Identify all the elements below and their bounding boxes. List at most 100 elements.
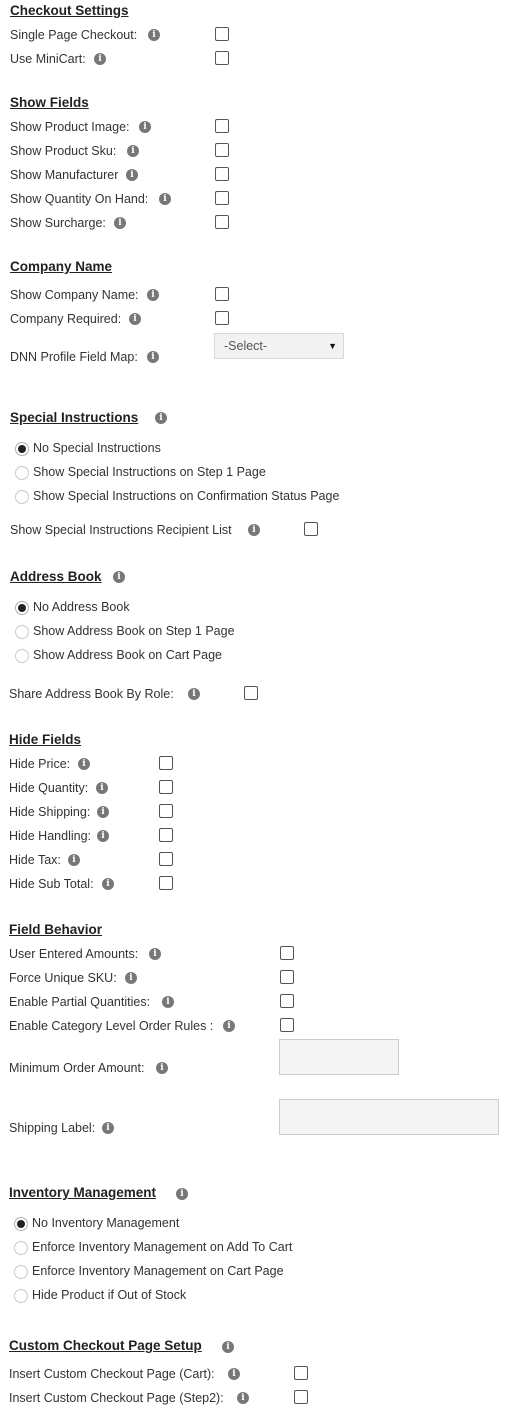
share-address-book-checkbox[interactable] (244, 686, 258, 700)
hide-shipping-checkbox[interactable] (159, 804, 173, 818)
show-fields-heading: Show Fields (10, 95, 89, 110)
info-icon[interactable]: i (129, 313, 141, 325)
custom-checkout-cart-label: Insert Custom Checkout Page (Cart): (9, 1367, 215, 1381)
radio-label: Show Address Book on Step 1 Page (33, 624, 235, 638)
info-icon[interactable]: i (162, 996, 174, 1008)
show-product-sku-label: Show Product Sku: (10, 144, 117, 158)
info-icon[interactable]: i (147, 289, 159, 301)
show-surcharge-checkbox[interactable] (215, 215, 229, 229)
info-icon[interactable]: i (149, 948, 161, 960)
special-instructions-confirmation-radio[interactable] (15, 490, 29, 504)
use-minicart-checkbox[interactable] (215, 51, 229, 65)
info-icon[interactable]: i (113, 571, 125, 583)
hide-quantity-checkbox[interactable] (159, 780, 173, 794)
info-icon[interactable]: i (97, 806, 109, 818)
partial-quantities-checkbox[interactable] (280, 994, 294, 1008)
info-icon[interactable]: i (78, 758, 90, 770)
info-icon[interactable]: i (114, 217, 126, 229)
hide-out-of-stock-radio[interactable] (14, 1289, 28, 1303)
info-icon[interactable]: i (155, 412, 167, 424)
hide-shipping-label: Hide Shipping: (9, 805, 91, 819)
select-value: -Select- (224, 339, 268, 353)
partial-quantities-label: Enable Partial Quantities: (9, 995, 151, 1009)
recipient-list-label: Show Special Instructions Recipient List (10, 523, 232, 537)
radio-label: Show Special Instructions on Confirmatio… (33, 489, 340, 503)
radio-label: Hide Product if Out of Stock (32, 1288, 187, 1302)
address-book-cart-radio[interactable] (15, 649, 29, 663)
checkout-settings-heading: Checkout Settings (10, 3, 129, 18)
hide-tax-label: Hide Tax: (9, 853, 61, 867)
info-icon[interactable]: i (139, 121, 151, 133)
address-book-step1-radio[interactable] (15, 625, 29, 639)
company-required-label: Company Required: (10, 312, 122, 326)
info-icon[interactable]: i (228, 1368, 240, 1380)
info-icon[interactable]: i (68, 854, 80, 866)
single-page-checkout-checkbox[interactable] (215, 27, 229, 41)
shipping-label-label: Shipping Label: (9, 1121, 96, 1135)
info-icon[interactable]: i (94, 53, 106, 65)
show-quantity-on-hand-label: Show Quantity On Hand: (10, 192, 149, 206)
info-icon[interactable]: i (97, 830, 109, 842)
custom-checkout-heading: Custom Checkout Page Setup (9, 1338, 202, 1353)
field-behavior-heading: Field Behavior (9, 922, 103, 937)
radio-label: Enforce Inventory Management on Add To C… (32, 1240, 293, 1254)
info-icon[interactable]: i (125, 972, 137, 984)
info-icon[interactable]: i (237, 1392, 249, 1404)
show-quantity-on-hand-checkbox[interactable] (215, 191, 229, 205)
force-unique-sku-checkbox[interactable] (280, 970, 294, 984)
company-name-heading: Company Name (10, 259, 113, 274)
info-icon[interactable]: i (102, 1122, 114, 1134)
show-product-image-checkbox[interactable] (215, 119, 229, 133)
inventory-cart-page-radio[interactable] (14, 1265, 28, 1279)
show-manufacturer-checkbox[interactable] (215, 167, 229, 181)
info-icon[interactable]: i (188, 688, 200, 700)
info-icon[interactable]: i (176, 1188, 188, 1200)
show-company-name-label: Show Company Name: (10, 288, 139, 302)
minimum-order-amount-label: Minimum Order Amount: (9, 1061, 145, 1075)
info-icon[interactable]: i (159, 193, 171, 205)
info-icon[interactable]: i (147, 351, 159, 363)
hide-handling-checkbox[interactable] (159, 828, 173, 842)
info-icon[interactable]: i (223, 1020, 235, 1032)
chevron-down-icon: ▼ (328, 341, 337, 351)
info-icon[interactable]: i (102, 878, 114, 890)
show-product-image-label: Show Product Image: (10, 120, 130, 134)
no-special-instructions-radio[interactable] (15, 442, 29, 456)
dnn-profile-field-map-label: DNN Profile Field Map: (10, 350, 138, 364)
hide-sub-total-checkbox[interactable] (159, 876, 173, 890)
dnn-profile-field-map-select[interactable]: -Select- ▼ (214, 333, 344, 359)
user-entered-amounts-label: User Entered Amounts: (9, 947, 139, 961)
show-product-sku-checkbox[interactable] (215, 143, 229, 157)
user-entered-amounts-checkbox[interactable] (280, 946, 294, 960)
info-icon[interactable]: i (222, 1341, 234, 1353)
radio-label: Enforce Inventory Management on Cart Pag… (32, 1264, 284, 1278)
show-manufacturer-label: Show Manufacturer (10, 168, 119, 182)
info-icon[interactable]: i (156, 1062, 168, 1074)
address-book-heading: Address Book (10, 569, 102, 584)
shipping-label-input[interactable] (279, 1099, 499, 1135)
special-instructions-step1-radio[interactable] (15, 466, 29, 480)
show-company-name-checkbox[interactable] (215, 287, 229, 301)
minimum-order-amount-input[interactable] (279, 1039, 399, 1075)
company-required-checkbox[interactable] (215, 311, 229, 325)
hide-price-checkbox[interactable] (159, 756, 173, 770)
info-icon[interactable]: i (248, 524, 260, 536)
no-address-book-radio[interactable] (15, 601, 29, 615)
inventory-add-to-cart-radio[interactable] (14, 1241, 28, 1255)
custom-checkout-step2-label: Insert Custom Checkout Page (Step2): (9, 1391, 224, 1405)
info-icon[interactable]: i (148, 29, 160, 41)
hide-tax-checkbox[interactable] (159, 852, 173, 866)
hide-handling-label: Hide Handling: (9, 829, 91, 843)
radio-label: Show Address Book on Cart Page (33, 648, 223, 662)
info-icon[interactable]: i (96, 782, 108, 794)
recipient-list-checkbox[interactable] (304, 522, 318, 536)
inventory-management-heading: Inventory Management (9, 1185, 157, 1200)
info-icon[interactable]: i (126, 169, 138, 181)
radio-label: No Special Instructions (33, 441, 161, 455)
info-icon[interactable]: i (127, 145, 139, 157)
custom-checkout-step2-checkbox[interactable] (294, 1390, 308, 1404)
custom-checkout-cart-checkbox[interactable] (294, 1366, 308, 1380)
category-order-rules-label: Enable Category Level Order Rules : (9, 1019, 214, 1033)
category-order-rules-checkbox[interactable] (280, 1018, 294, 1032)
no-inventory-management-radio[interactable] (14, 1217, 28, 1231)
